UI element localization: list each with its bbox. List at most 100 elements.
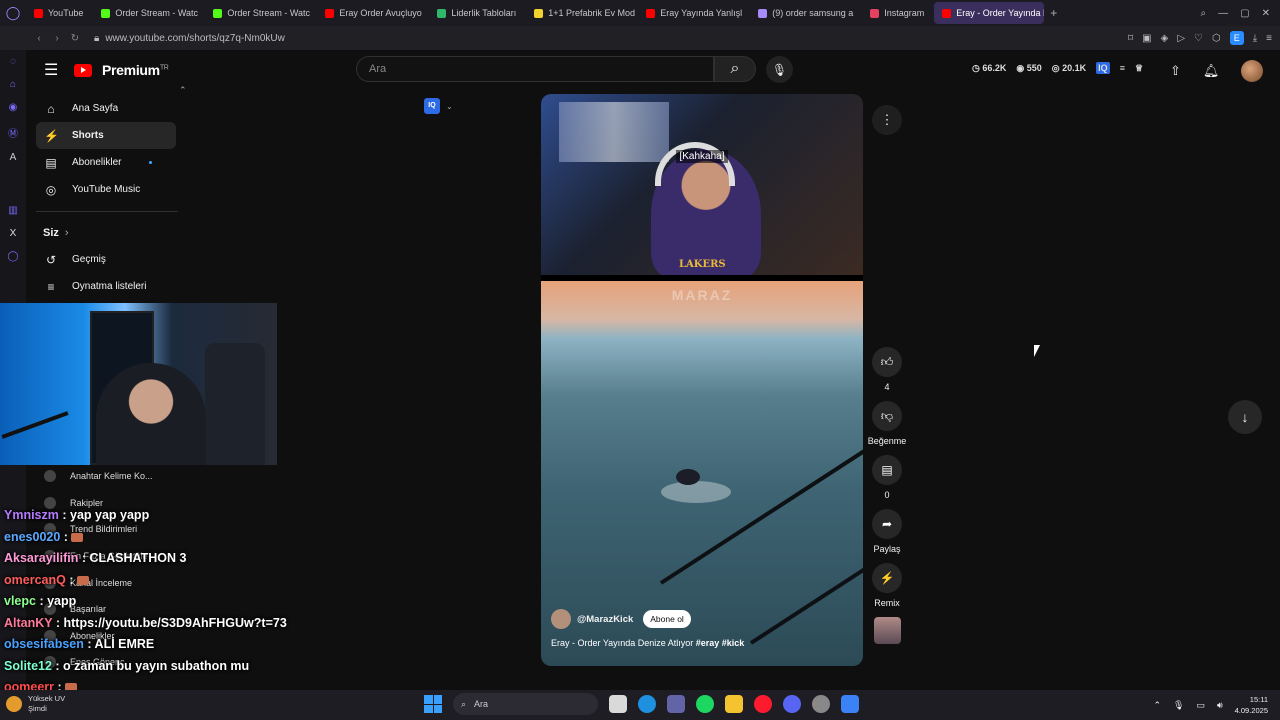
app-icon[interactable]: [812, 695, 830, 713]
remix-label: Remix: [874, 598, 900, 608]
avatar[interactable]: [1241, 60, 1264, 82]
comments-button[interactable]: ▤: [872, 455, 902, 485]
menu-icon[interactable]: ☰: [44, 60, 64, 80]
vidiq-toolbar-button[interactable]: IQ ⌄: [424, 98, 453, 114]
new-tab-icon[interactable]: +: [1050, 6, 1057, 20]
bookmark-icon[interactable]: ⌑: [1128, 33, 1133, 44]
weather-widget[interactable]: Yüksek UV Şimdi: [6, 694, 65, 714]
browser-tab[interactable]: (9) order samsung a: [750, 2, 860, 24]
remix-button[interactable]: ⚡: [872, 563, 902, 593]
sidebar-item-label: Oynatma listeleri: [72, 281, 147, 292]
minimize-icon[interactable]: —: [1218, 8, 1228, 19]
browser-tab[interactable]: Instagram: [862, 2, 932, 24]
forward-icon[interactable]: ›: [48, 33, 66, 44]
trophy-icon[interactable]: ♕: [1135, 63, 1143, 74]
subscribe-button[interactable]: Abone ol: [643, 610, 691, 628]
video-watermark: MARAZ: [671, 287, 733, 303]
browser-tab[interactable]: Eray Yayında Yanlışl: [638, 2, 748, 24]
mail-icon[interactable]: Ⓜ: [8, 125, 18, 140]
sidebar-scroll-up-icon[interactable]: ⌃: [179, 85, 187, 96]
search-tabs-icon[interactable]: ⌕: [1201, 8, 1207, 19]
youtube-logo-icon[interactable]: [74, 63, 92, 77]
vidiq-icon[interactable]: IQ: [1096, 62, 1110, 74]
channel-name[interactable]: @MarazKick: [577, 614, 633, 625]
edge-icon[interactable]: [638, 695, 656, 713]
youtube-premium-logo[interactable]: PremiumTR: [102, 62, 169, 78]
twitch-icon[interactable]: ▥: [8, 205, 17, 216]
share-button[interactable]: ➦: [872, 509, 902, 539]
download-icon[interactable]: ⤓: [1253, 33, 1257, 44]
sidebar-item-icon: [44, 470, 56, 483]
spotify-icon[interactable]: [696, 695, 714, 713]
chat-separator: :: [60, 529, 72, 544]
display-icon[interactable]: ▭: [1196, 700, 1205, 711]
browser-tab[interactable]: Liderlik Tabloları: [429, 2, 524, 24]
easy-setup-icon[interactable]: ≡: [1266, 33, 1272, 44]
upload-icon[interactable]: ⇧: [1170, 63, 1181, 79]
discord-icon[interactable]: [783, 695, 801, 713]
folder-icon[interactable]: [725, 695, 743, 713]
reload-icon[interactable]: ↻: [66, 33, 84, 44]
browser-tab[interactable]: Eray Order Avuçluyo: [317, 2, 427, 24]
snapshot-icon[interactable]: ▣: [1142, 33, 1151, 44]
opera-menu-icon[interactable]: ◯: [0, 0, 26, 26]
list-icon[interactable]: ≡: [1120, 63, 1125, 73]
notifications-icon[interactable]: 🔔︎: [1203, 63, 1220, 79]
ai-icon[interactable]: A: [10, 152, 17, 163]
browser-tab[interactable]: Order Stream - Watc: [93, 2, 203, 24]
search-input[interactable]: Ara: [356, 56, 714, 82]
sidebar-item[interactable]: ≡ Oynatma listeleri: [36, 273, 176, 300]
sidebar-item[interactable]: ⚡ Shorts: [36, 122, 176, 149]
lock-icon: 🔒︎: [94, 32, 100, 44]
x-icon[interactable]: X: [10, 228, 17, 239]
search-button[interactable]: ⌕: [714, 56, 756, 82]
microphone-icon[interactable]: 🎙︎: [1173, 700, 1184, 711]
channel-avatar[interactable]: [551, 609, 571, 629]
volume-icon[interactable]: 🔊︎: [1217, 700, 1223, 711]
aria-icon[interactable]: ◌: [10, 56, 16, 67]
next-short-button[interactable]: ↓: [1228, 400, 1262, 434]
extensions-icon[interactable]: ⬡: [1212, 33, 1221, 44]
url-field[interactable]: www.youtube.com/shorts/qz7q-Nm0kUw: [105, 33, 285, 44]
dislike-button[interactable]: 👎︎: [872, 401, 902, 431]
clock[interactable]: 15:11 4.09.2025: [1235, 694, 1268, 716]
browser-tab[interactable]: 1+1 Prefabrik Ev Mod: [526, 2, 636, 24]
browser-tab[interactable]: YouTube: [26, 2, 91, 24]
voice-search-button[interactable]: 🎙︎: [766, 56, 793, 83]
taskbar-search-input[interactable]: ⌕ Ara: [453, 693, 598, 715]
sidebar-more-icon[interactable]: ◯: [7, 251, 18, 262]
sidebar-item[interactable]: ◎ YouTube Music: [36, 176, 176, 203]
chat-text: ALİ EMRE: [94, 637, 155, 651]
file-explorer-icon[interactable]: [609, 695, 627, 713]
opera-icon[interactable]: [754, 695, 772, 713]
browser-tab[interactable]: Eray - Order Yayında D: [934, 2, 1045, 24]
maximize-icon[interactable]: ▢: [1240, 8, 1249, 19]
sound-thumbnail[interactable]: [873, 617, 901, 644]
shirt-text: LAKERS: [679, 259, 726, 270]
browser-tab[interactable]: Order Stream - Watc: [205, 2, 315, 24]
you-section-title[interactable]: Siz ›: [36, 220, 176, 246]
heart-icon[interactable]: ♡: [1194, 33, 1203, 44]
shorts-player[interactable]: LAKERS [Kahkaha] MARAZ @MarazKick Abone …: [541, 94, 863, 666]
sidebar-item[interactable]: Anahtar Kelime Ko...: [44, 463, 153, 490]
teams-icon[interactable]: [667, 695, 685, 713]
thumbs-up-icon: 👍︎: [880, 354, 894, 369]
back-icon[interactable]: ‹: [30, 33, 48, 44]
sidebar-item[interactable]: ⌂ Ana Sayfa: [36, 95, 176, 122]
like-button[interactable]: 👍︎: [872, 347, 902, 377]
workspace-icon[interactable]: ⌂: [10, 79, 16, 90]
chevron-right-icon: ›: [64, 227, 69, 239]
extension-e-icon[interactable]: E: [1229, 31, 1244, 45]
remix-icon: ⚡: [879, 571, 895, 585]
settings-app-icon[interactable]: [841, 695, 859, 713]
tray-chevron-icon[interactable]: ⌃: [1153, 700, 1161, 711]
vpn-icon[interactable]: ◈: [1161, 33, 1169, 44]
more-options-icon[interactable]: ⋮: [872, 105, 902, 135]
play-icon[interactable]: ▷: [1177, 33, 1185, 44]
sidebar-item[interactable]: ↺ Geçmiş: [36, 246, 176, 273]
close-window-icon[interactable]: ✕: [1262, 8, 1270, 19]
windows-start-icon[interactable]: [424, 695, 442, 713]
address-bar: ‹ › ↻ 🔒︎ www.youtube.com/shorts/qz7q-Nm0…: [0, 26, 1280, 50]
sidebar-item[interactable]: ▤ Abonelikler: [36, 149, 176, 176]
messenger-icon[interactable]: ◉: [9, 102, 18, 113]
